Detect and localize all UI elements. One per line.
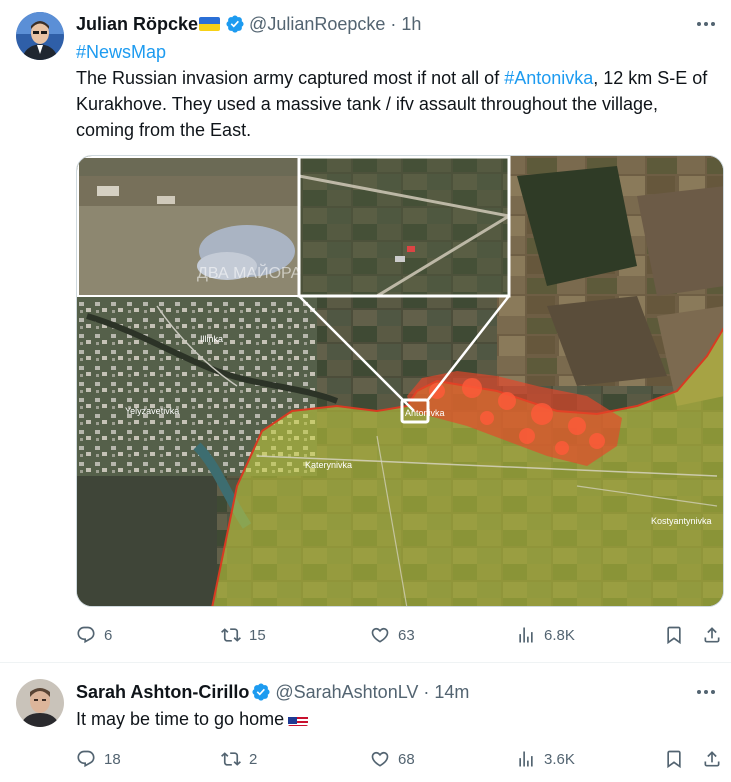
watermark: ДВА МАЙОРА [197,263,302,282]
ukraine-flag-icon [199,17,221,31]
tweet-media-map[interactable]: ДВА МАЙОРА Illinka Yelyzavetivka Antoniv… [76,155,724,607]
like-count: 68 [398,750,415,768]
hashtag-antonivka[interactable]: #Antonivka [504,68,593,88]
verified-badge-icon [252,683,270,701]
verified-badge-icon [226,15,244,33]
tweet-text: #NewsMap The Russian invasion army captu… [76,39,716,143]
map-image: ДВА МАЙОРА Illinka Yelyzavetivka Antoniv… [77,156,723,606]
separator-dot: · [423,681,430,702]
like-icon [371,751,389,767]
label-antonivka: Antonivka [405,408,445,418]
tweet-text-part: The Russian invasion army captured most … [76,68,505,88]
author-handle[interactable]: @SarahAshtonLV [275,682,418,703]
label-katerynivka: Katerynivka [305,460,352,470]
reply-count: 6 [104,626,113,644]
share-icon [704,627,720,643]
bookmark-button[interactable] [664,623,684,647]
repost-icon [221,752,241,766]
bookmark-icon [667,626,681,645]
like-button[interactable]: 63 [370,623,415,647]
author-name[interactable]: Julian Röpcke [76,14,198,35]
views-button[interactable]: 6.8K [516,623,575,647]
us-flag-icon [288,712,309,726]
hashtag-newsmap[interactable]: #NewsMap [76,42,166,62]
label-kostyantynivka: Kostyantynivka [651,516,712,526]
views-icon [519,627,533,643]
tweet-header: Sarah Ashton-Cirillo @SarahAshtonLV · 14… [76,680,469,704]
label-yelyzavetivka: Yelyzavetivka [125,406,179,416]
like-button[interactable]: 68 [370,747,415,771]
views-button[interactable]: 3.6K [516,747,575,771]
tweet-sarah[interactable]: Sarah Ashton-Cirillo @SarahAshtonLV · 14… [0,663,731,782]
views-count: 3.6K [544,750,575,768]
tweet-text: It may be time to go home [76,706,716,732]
tweet-actions: 18 2 68 3.6K [76,747,721,771]
repost-icon [221,628,241,642]
tweet-julian[interactable]: Julian Röpcke @JulianRoepcke · 1h #NewsM… [0,0,731,662]
reply-icon [77,750,95,768]
author-handle[interactable]: @JulianRoepcke [249,14,385,35]
tweet-actions: 6 15 63 6.8K [76,623,721,647]
tweet-body: It may be time to go home [76,709,285,729]
like-count: 63 [398,626,415,644]
label-illinka: Illinka [200,334,223,344]
separator-dot: · [390,13,397,34]
reply-count: 18 [104,750,121,768]
more-icon[interactable] [695,682,717,702]
more-icon[interactable] [695,14,717,34]
share-button[interactable] [702,747,722,771]
reply-icon [77,626,95,644]
bookmark-icon [667,750,681,769]
repost-count: 15 [249,626,266,644]
avatar-sarah[interactable] [16,679,64,727]
repost-button[interactable]: 15 [221,623,266,647]
views-icon [519,751,533,767]
timestamp[interactable]: 14m [434,682,469,703]
author-name[interactable]: Sarah Ashton-Cirillo [76,682,249,703]
tweet-header: Julian Röpcke @JulianRoepcke · 1h [76,12,421,36]
avatar-julian[interactable] [16,12,64,60]
like-icon [371,627,389,643]
timestamp[interactable]: 1h [401,14,421,35]
reply-button[interactable]: 18 [76,747,121,771]
share-icon [704,751,720,767]
repost-count: 2 [249,750,258,768]
reply-button[interactable]: 6 [76,623,112,647]
bookmark-button[interactable] [664,747,684,771]
repost-button[interactable]: 2 [221,747,257,771]
share-button[interactable] [702,623,722,647]
views-count: 6.8K [544,626,575,644]
